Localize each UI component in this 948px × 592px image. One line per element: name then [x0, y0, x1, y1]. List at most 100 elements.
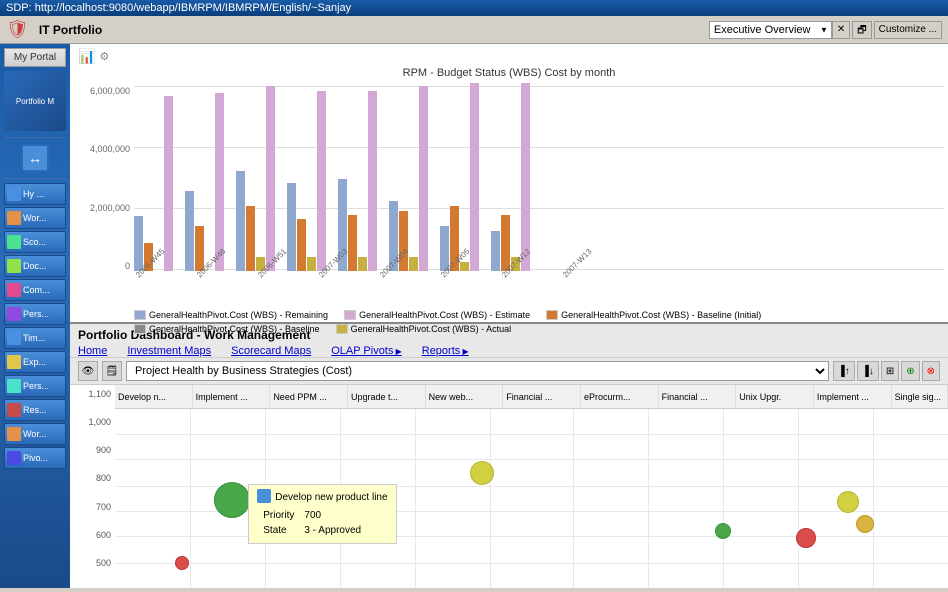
- close-button[interactable]: ✕: [832, 21, 850, 39]
- v-grid-9: [798, 409, 799, 588]
- chart-settings-icon[interactable]: ⚙: [99, 50, 109, 63]
- view-select-wrap: Project Health by Business Strategies (C…: [126, 361, 829, 381]
- col-header-1: Develop n...: [115, 385, 193, 408]
- bubble-7[interactable]: [175, 556, 189, 570]
- sidebar-item-res[interactable]: Res...: [4, 399, 66, 421]
- scatter-area: 1,100 1,000 900 800 700 600 500 Develop …: [70, 385, 948, 588]
- nav-reports[interactable]: Reports: [422, 345, 469, 357]
- sidebar-item-wor2[interactable]: Wor...: [4, 423, 66, 445]
- sidebar-item-wor1-label: Wor...: [23, 213, 46, 223]
- com-icon: [7, 283, 21, 297]
- y-label-4m: 4,000,000: [90, 144, 130, 154]
- scatter-y-600: 600: [96, 530, 111, 540]
- bar-estimate-4: [317, 91, 326, 271]
- legend-color-remaining: [134, 310, 146, 320]
- doc-icon: [7, 259, 21, 273]
- sidebar-divider-2: [5, 178, 65, 179]
- portfolio-image[interactable]: Portfolio M: [4, 71, 66, 131]
- col-header-8: Financial ...: [659, 385, 737, 408]
- col-header-2: Implement ...: [193, 385, 271, 408]
- work-icon: [7, 211, 21, 225]
- top-area: 🛡 IT Portfolio Executive Overview ✕ 🗗 Cu…: [0, 16, 948, 44]
- sidebar-item-com[interactable]: Com...: [4, 279, 66, 301]
- bar-actual-4: [307, 257, 316, 271]
- sidebar-item-sco-label: Sco...: [23, 237, 46, 247]
- bar-remaining-2: [185, 191, 194, 271]
- time-icon: [7, 331, 21, 345]
- arrows-icon: ↔: [28, 150, 42, 166]
- pers-icon: [7, 307, 21, 321]
- chart-title: RPM - Budget Status (WBS) Cost by month: [74, 67, 944, 79]
- sidebar-divider: [5, 137, 65, 138]
- v-grid-10: [873, 409, 874, 588]
- sidebar-item-hy[interactable]: Hy ...: [4, 183, 66, 205]
- nav-scorecard-maps[interactable]: Scorecard Maps: [231, 345, 311, 357]
- title-bar: SDP: http://localhost:9080/webapp/IBMRPM…: [0, 0, 948, 16]
- portfolio-nav-icon[interactable]: ↔: [21, 144, 49, 172]
- nav-olap-pivots[interactable]: OLAP Pivots: [331, 345, 402, 357]
- eye-icon-btn[interactable]: 👁: [78, 361, 98, 381]
- sidebar-item-sco[interactable]: Sco...: [4, 231, 66, 253]
- top-buttons: ✕ 🗗 Customize ...: [832, 21, 942, 39]
- table-icon-btn[interactable]: 🗒: [102, 361, 122, 381]
- action-btn-2[interactable]: ▐↓: [857, 361, 879, 381]
- sidebar-item-hy-label: Hy ...: [23, 189, 44, 199]
- work2-icon: [7, 427, 21, 441]
- bubble-6[interactable]: [837, 491, 859, 513]
- sidebar-item-doc-label: Doc...: [23, 261, 47, 271]
- bubble-5[interactable]: [715, 523, 731, 539]
- legend-actual: GeneralHealthPivot.Cost (WBS) - Actual: [336, 324, 512, 334]
- nav-investment-maps[interactable]: Investment Maps: [127, 345, 211, 357]
- view-select[interactable]: Project Health by Business Strategies (C…: [126, 361, 829, 381]
- bar-group-2: [185, 93, 224, 271]
- y-label-0: 0: [125, 261, 130, 271]
- action-btn-1[interactable]: ▐↑: [833, 361, 855, 381]
- sidebar-item-pers2[interactable]: Pers...: [4, 375, 66, 397]
- bar-group-8: [491, 83, 530, 271]
- action-btn-5[interactable]: ⊗: [922, 361, 940, 381]
- action-btn-3[interactable]: ⊞: [881, 361, 899, 381]
- bubble-3[interactable]: [796, 528, 816, 548]
- chart-icon: 📊: [78, 48, 95, 65]
- pivot-icon: [7, 451, 21, 465]
- window-title: SDP: http://localhost:9080/webapp/IBMRPM…: [6, 2, 942, 14]
- sidebar-item-pivo[interactable]: Pivo...: [4, 447, 66, 469]
- col-header-11: Single sig...: [892, 385, 948, 408]
- bubble-4[interactable]: [856, 515, 874, 533]
- action-btn-4[interactable]: ⊕: [901, 361, 919, 381]
- scatter-y-700: 700: [96, 502, 111, 512]
- sidebar-item-pers1[interactable]: Pers...: [4, 303, 66, 325]
- y-label-2m: 2,000,000: [90, 203, 130, 213]
- v-grid-5: [490, 409, 491, 588]
- sidebar-item-com-label: Com...: [23, 285, 50, 295]
- bubble-1[interactable]: [214, 482, 250, 518]
- customize-button[interactable]: Customize ...: [874, 21, 942, 39]
- main-layout: My Portal Portfolio M ↔ Hy ... Wor... Sc…: [0, 44, 948, 588]
- sidebar-item-exp[interactable]: Exp...: [4, 351, 66, 373]
- my-portal-button[interactable]: My Portal: [4, 48, 66, 67]
- h-grid-1: [115, 434, 948, 435]
- h-grid-5: [115, 536, 948, 537]
- sidebar-item-doc[interactable]: Doc...: [4, 255, 66, 277]
- bar-baseline-init-4: [297, 219, 306, 271]
- bar-estimate-3: [266, 86, 275, 271]
- exp-icon: [7, 355, 21, 369]
- restore-button[interactable]: 🗗: [852, 21, 871, 39]
- sidebar-item-tim[interactable]: Tim...: [4, 327, 66, 349]
- bar-actual-5: [358, 257, 367, 271]
- h-grid-6: [115, 563, 948, 564]
- bar-actual-6: [409, 257, 418, 271]
- bubble-2[interactable]: [470, 461, 494, 485]
- sidebar-item-wor1[interactable]: Wor...: [4, 207, 66, 229]
- nav-home[interactable]: Home: [78, 345, 107, 357]
- legend-estimate: GeneralHealthPivot.Cost (WBS) - Estimate: [344, 310, 530, 320]
- executive-overview-dropdown[interactable]: Executive Overview: [709, 21, 832, 39]
- v-grid-4: [415, 409, 416, 588]
- col-header-7: eProcurm...: [581, 385, 659, 408]
- dashboard-section: Portfolio Dashboard - Work Management Ho…: [70, 324, 948, 588]
- v-grid-6: [573, 409, 574, 588]
- legend-label-baseline: GeneralHealthPivot.Cost (WBS) - Baseline: [149, 324, 320, 334]
- legend-label-actual: GeneralHealthPivot.Cost (WBS) - Actual: [351, 324, 512, 334]
- col-header-3: Need PPM ...: [270, 385, 348, 408]
- legend-label-remaining: GeneralHealthPivot.Cost (WBS) - Remainin…: [149, 310, 328, 320]
